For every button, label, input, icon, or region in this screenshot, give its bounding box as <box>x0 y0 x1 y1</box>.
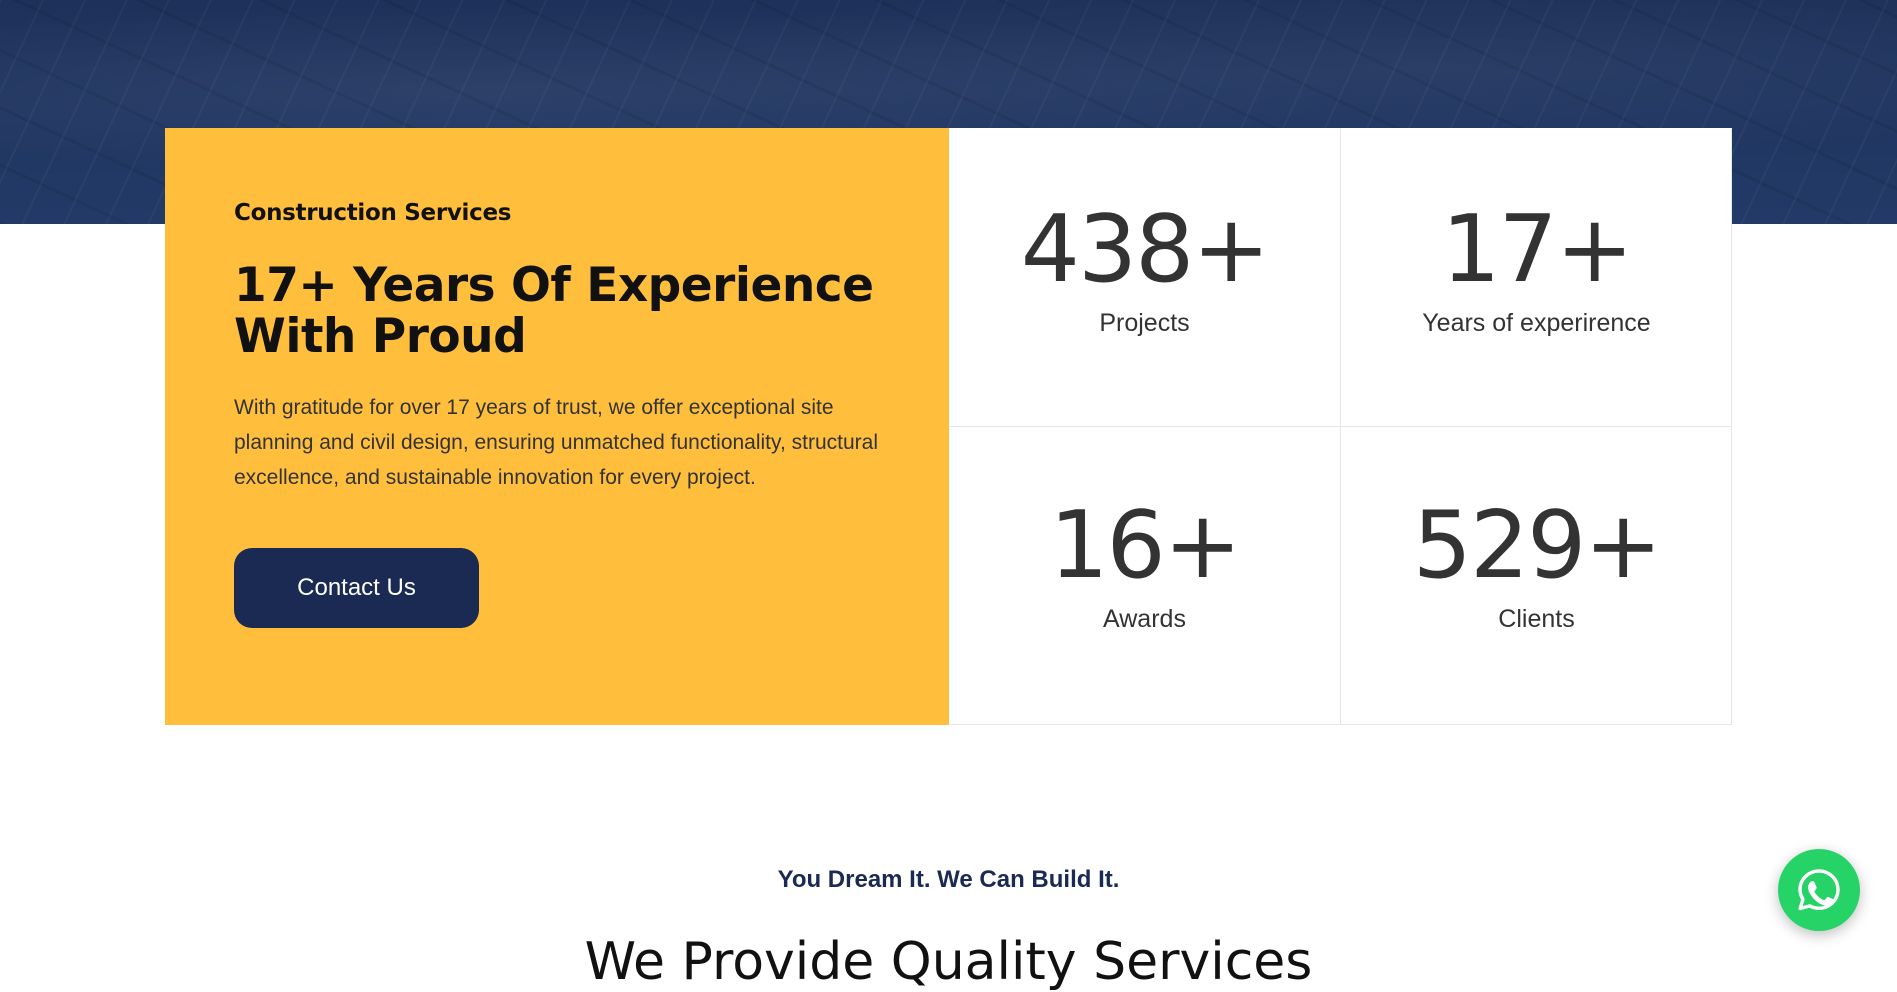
experience-description: With gratitude for over 17 years of trus… <box>234 396 878 489</box>
stat-value: 17+ <box>1441 195 1633 303</box>
stat-value: 16+ <box>1049 491 1241 599</box>
experience-headline: 17+ Years Of Experience With Proud <box>234 258 874 364</box>
stat-label: Years of experirence <box>1422 309 1651 337</box>
experience-panel: Construction Services 17+ Years Of Exper… <box>165 128 1732 725</box>
stat-years: 17+ Years of experirence <box>1340 128 1732 426</box>
contact-us-button[interactable]: Contact Us <box>234 548 479 628</box>
services-tagline: You Dream It. We Can Build It. <box>777 866 1120 893</box>
stat-label: Clients <box>1498 605 1575 633</box>
services-title: We Provide Quality Services <box>584 932 1313 992</box>
stats-grid: 438+ Projects 17+ Years of experirence 1… <box>949 128 1732 725</box>
experience-card: Construction Services 17+ Years Of Exper… <box>165 128 949 725</box>
stat-label: Projects <box>1099 309 1190 337</box>
stat-awards: 16+ Awards <box>949 426 1340 725</box>
stat-label: Awards <box>1103 605 1186 633</box>
section-eyebrow: Construction Services <box>234 200 512 226</box>
stat-projects: 438+ Projects <box>949 128 1340 426</box>
stat-value: 529+ <box>1412 491 1662 599</box>
whatsapp-chat-button[interactable] <box>1778 849 1860 931</box>
stat-value: 438+ <box>1020 195 1270 303</box>
whatsapp-icon <box>1798 869 1840 911</box>
stat-clients: 529+ Clients <box>1340 426 1732 725</box>
